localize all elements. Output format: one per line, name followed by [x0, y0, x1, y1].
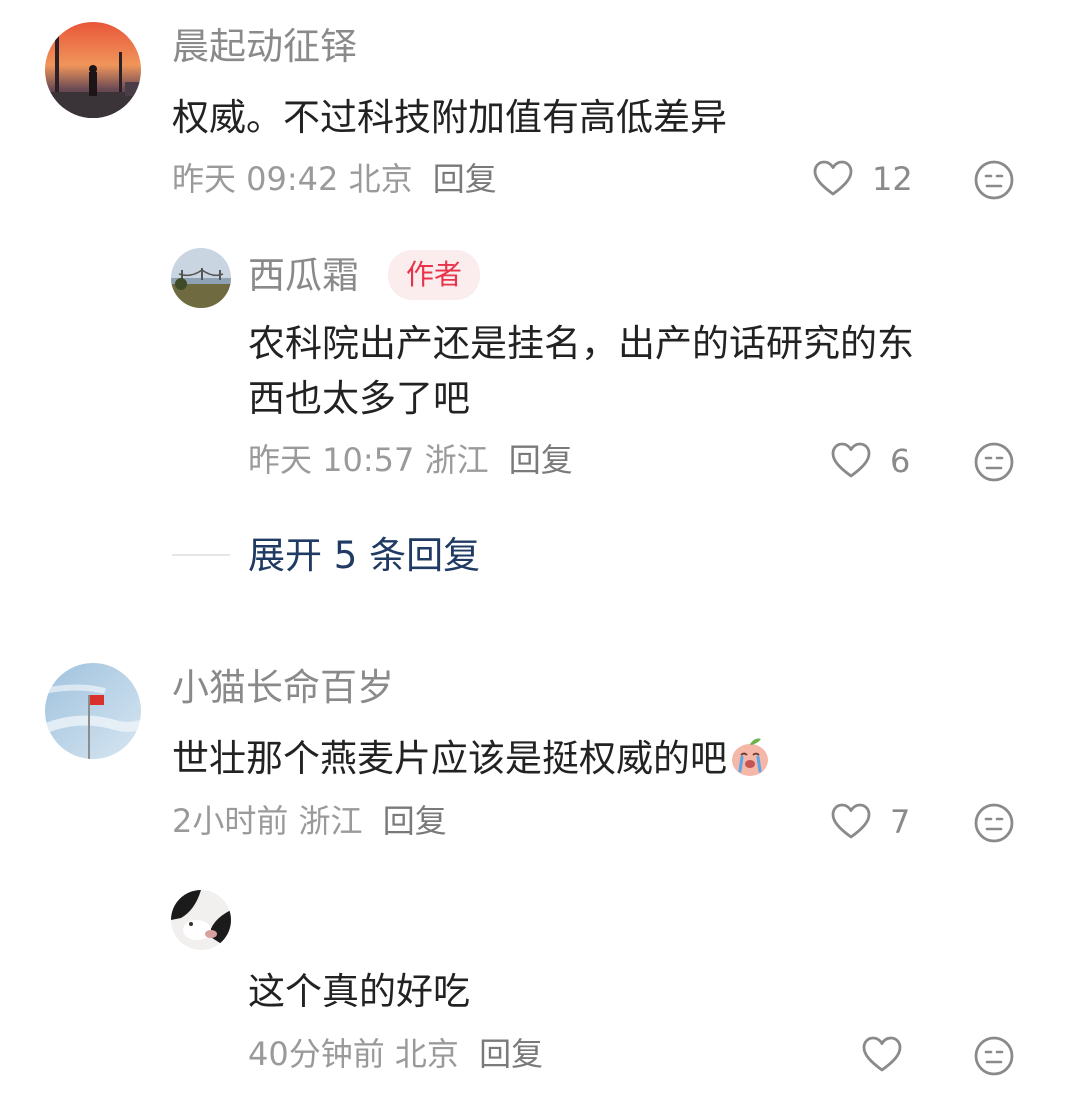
- user-avatar[interactable]: [45, 663, 141, 759]
- comment-meta: 40分钟前 北京 回复: [248, 1038, 543, 1070]
- user-avatar[interactable]: [45, 22, 141, 118]
- cat-avatar-icon: [171, 890, 231, 950]
- user-avatar[interactable]: [171, 248, 231, 308]
- comment-location: 浙江: [424, 441, 489, 479]
- comment-text: 这个真的好吃: [248, 970, 470, 1013]
- comment-time: 40分钟前: [248, 1035, 385, 1073]
- crying-peach-emoji-icon: [727, 733, 773, 779]
- comment-text: 世壮那个燕麦片应该是挺权威的吧: [172, 727, 773, 791]
- reply-button[interactable]: 回复: [509, 441, 573, 479]
- username[interactable]: 西瓜霜: [248, 257, 359, 294]
- reply-button[interactable]: 回复: [479, 1035, 543, 1073]
- comment-text-content: 世壮那个燕麦片应该是挺权威的吧: [172, 737, 727, 780]
- bridge-landscape-avatar-icon: [171, 248, 231, 308]
- comment-location: 浙江: [298, 802, 363, 840]
- sunset-street-avatar-icon: [45, 22, 141, 118]
- heart-icon[interactable]: [830, 801, 872, 843]
- like-count: 12: [872, 160, 913, 198]
- neutral-face-icon[interactable]: [973, 1035, 1015, 1077]
- like-count: 7: [890, 803, 911, 841]
- like-count: 6: [890, 442, 911, 480]
- user-avatar[interactable]: [171, 890, 231, 950]
- neutral-face-icon[interactable]: [973, 802, 1015, 844]
- comment-time: 2小时前: [172, 802, 289, 840]
- expand-divider: [172, 554, 230, 556]
- comment-time: 昨天 10:57: [248, 441, 415, 479]
- comment-time: 昨天 09:42: [172, 160, 339, 198]
- neutral-face-icon[interactable]: [973, 441, 1015, 483]
- comment-meta: 2小时前 浙江 回复: [172, 805, 447, 837]
- author-badge: 作者: [388, 250, 481, 300]
- comment-meta: 昨天 10:57 浙江 回复: [248, 444, 573, 476]
- username[interactable]: 小猫长命百岁: [172, 669, 394, 706]
- flag-sky-avatar-icon: [45, 663, 141, 759]
- comment-text-continued: 西也太多了吧: [248, 377, 470, 420]
- neutral-face-icon[interactable]: [973, 159, 1015, 201]
- comment-text: 权威。不过科技附加值有高低差异: [172, 96, 727, 139]
- comment-meta: 昨天 09:42 北京 回复: [172, 163, 497, 195]
- reply-button[interactable]: 回复: [383, 802, 447, 840]
- comment-location: 北京: [348, 160, 413, 198]
- heart-icon[interactable]: [861, 1034, 903, 1076]
- heart-icon[interactable]: [830, 440, 872, 482]
- heart-icon[interactable]: [812, 158, 854, 200]
- comment-location: 北京: [394, 1035, 459, 1073]
- expand-replies-button[interactable]: 展开 5 条回复: [248, 537, 480, 574]
- username[interactable]: 晨起动征铎: [172, 28, 357, 65]
- reply-button[interactable]: 回复: [433, 160, 497, 198]
